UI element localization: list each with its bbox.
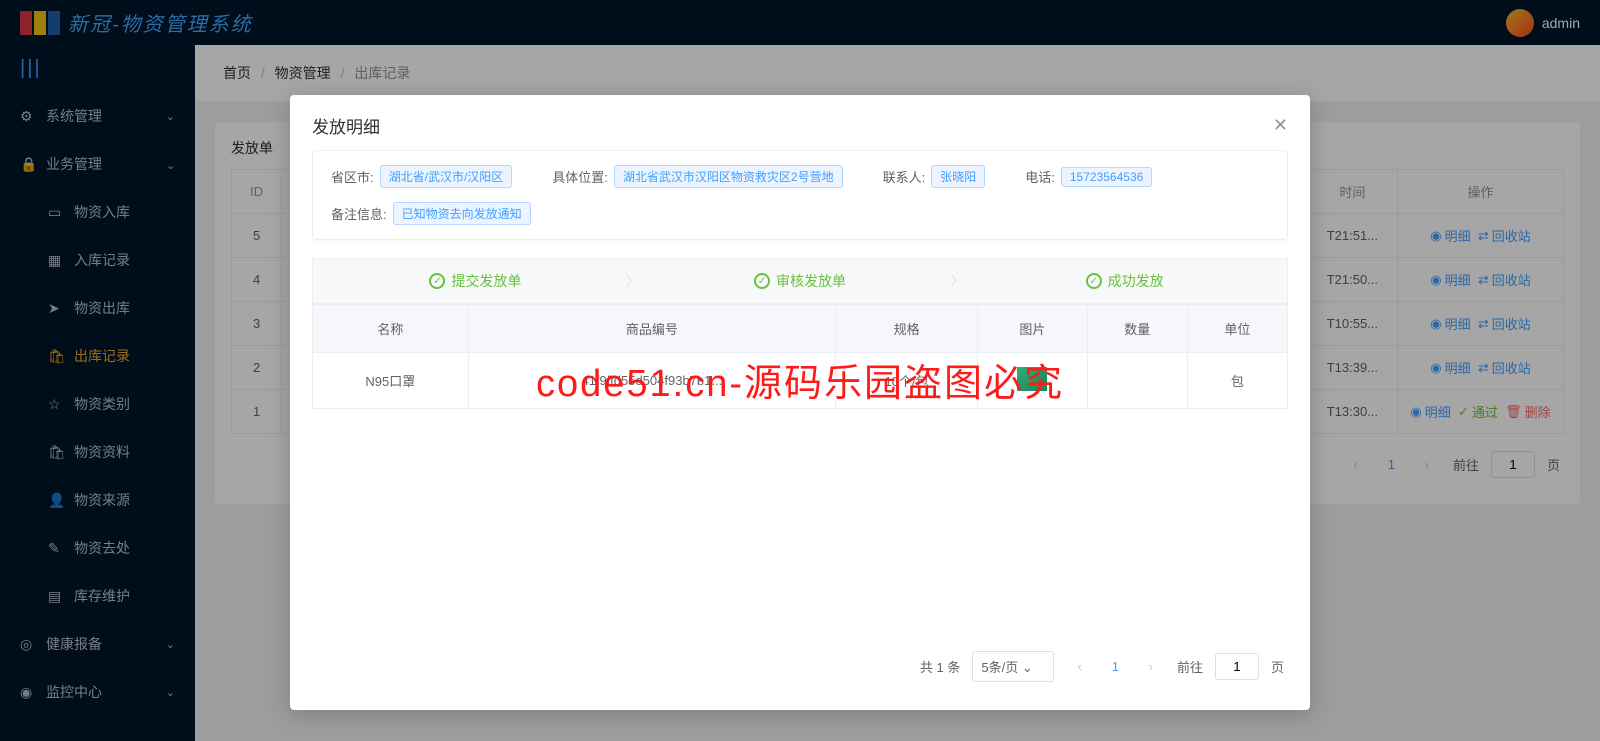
goto-input[interactable] <box>1215 653 1259 680</box>
cell-unit: 包 <box>1187 353 1287 409</box>
col-sku: 商品编号 <box>468 305 835 353</box>
page-size-select[interactable]: 5条/页 ⌄ <box>972 651 1053 682</box>
region-tag: 湖北省/武汉市/汉阳区 <box>380 165 513 188</box>
contact-label: 联系人: <box>883 167 926 186</box>
cell-spec: 10个/包 <box>835 353 977 409</box>
col-name: 名称 <box>313 305 469 353</box>
location-label: 具体位置: <box>552 167 608 186</box>
thumbnail[interactable] <box>1017 367 1047 391</box>
check-icon: ✓ <box>429 273 445 289</box>
step-3: ✓成功发放 <box>962 259 1287 303</box>
detail-modal: 发放明细 ✕ 省区市: 湖北省/武汉市/汉阳区 具体位置: 湖北省武汉市汉阳区物资救… <box>290 95 1310 710</box>
info-card: 省区市:湖北省/武汉市/汉阳区 具体位置:湖北省武汉市汉阳区物资救灾区2号营地 … <box>312 150 1288 240</box>
check-icon: ✓ <box>754 273 770 289</box>
col-unit: 单位 <box>1187 305 1287 353</box>
location-tag: 湖北省武汉市汉阳区物资救灾区2号营地 <box>614 165 843 188</box>
detail-row: N95口罩 41f9ffd55d504f93b7b1... 10个/包 包 <box>313 353 1288 409</box>
step-2: ✓审核发放单〉 <box>638 259 963 303</box>
cell-name: N95口罩 <box>313 353 469 409</box>
cell-sku: 41f9ffd55d504f93b7b1... <box>468 353 835 409</box>
pager-current[interactable]: 1 <box>1106 659 1125 674</box>
region-label: 省区市: <box>331 167 374 186</box>
pager-prev[interactable]: ‹ <box>1066 653 1094 681</box>
check-icon: ✓ <box>1086 273 1102 289</box>
contact-tag: 张晓阳 <box>931 165 985 188</box>
goto-label: 前往 <box>1177 657 1203 676</box>
remark-label: 备注信息: <box>331 204 387 223</box>
steps: ✓提交发放单〉 ✓审核发放单〉 ✓成功发放 <box>312 258 1288 304</box>
pager-next[interactable]: › <box>1137 653 1165 681</box>
detail-table: 名称 商品编号 规格 图片 数量 单位 N95口罩 41f9ffd55d504f… <box>312 304 1288 409</box>
modal-pager: 共 1 条 5条/页 ⌄ ‹ 1 › 前往 页 <box>312 629 1288 690</box>
col-spec: 规格 <box>835 305 977 353</box>
goto-unit: 页 <box>1271 657 1284 676</box>
col-pic: 图片 <box>978 305 1087 353</box>
modal-title: 发放明细 <box>312 113 380 138</box>
col-qty: 数量 <box>1087 305 1187 353</box>
cell-pic <box>978 353 1087 409</box>
cell-qty <box>1087 353 1187 409</box>
phone-tag: 15723564536 <box>1061 167 1152 187</box>
step-1: ✓提交发放单〉 <box>313 259 638 303</box>
close-icon[interactable]: ✕ <box>1273 115 1288 136</box>
phone-label: 电话: <box>1025 167 1055 186</box>
remark-tag: 已知物资去向发放通知 <box>393 202 531 225</box>
